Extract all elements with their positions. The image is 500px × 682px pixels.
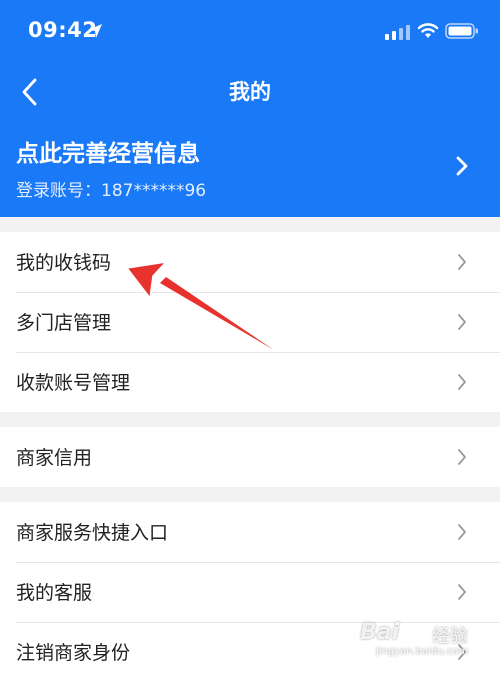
- menu-item-label: 注销商家身份: [16, 642, 131, 664]
- login-account: 登录账号：187******96: [16, 176, 206, 201]
- menu-group-credit: 商家信用: [0, 427, 500, 487]
- menu-item-label: 我的收钱码: [16, 252, 112, 274]
- chevron-right-icon: [458, 524, 466, 540]
- wifi-icon: [417, 23, 439, 38]
- menu-item-label: 商家服务快捷入口: [16, 522, 169, 544]
- menu-item-merchant-service-shortcuts[interactable]: 商家服务快捷入口: [0, 502, 500, 562]
- menu-item-payee-account-management[interactable]: 收款账号管理: [0, 352, 500, 412]
- chevron-right-icon: [458, 449, 466, 465]
- menu-item-label: 收款账号管理: [16, 372, 131, 394]
- location-arrow-icon: [88, 24, 102, 38]
- menu-group-account: 我的收钱码 多门店管理 收款账号管理: [0, 232, 500, 412]
- status-bar: 09:42: [0, 0, 500, 64]
- menu-item-label: 商家信用: [16, 447, 93, 469]
- watermark-sub-text: 经验: [432, 626, 468, 647]
- chevron-right-icon: [458, 584, 466, 600]
- menu-item-label: 多门店管理: [16, 312, 112, 334]
- complete-business-info-card[interactable]: 点此完善经营信息 登录账号：187******96: [0, 124, 500, 214]
- menu-item-label: 我的客服: [16, 582, 93, 604]
- chevron-right-icon: [458, 254, 466, 270]
- nav-bar: 我的: [0, 64, 500, 120]
- page-title: 我的: [229, 80, 271, 104]
- chevron-right-icon: [458, 314, 466, 330]
- watermark-url: jingyan.baidu.com: [376, 646, 469, 657]
- watermark-logo-text: Bai: [360, 620, 400, 645]
- battery-icon: [445, 23, 478, 39]
- menu-item-my-payment-code[interactable]: 我的收钱码: [0, 232, 500, 292]
- complete-business-info-title: 点此完善经营信息: [16, 141, 200, 167]
- menu-item-multi-store-management[interactable]: 多门店管理: [0, 292, 500, 352]
- chevron-right-icon: [458, 374, 466, 390]
- chevron-right-icon: [456, 156, 468, 176]
- header: 09:42 我的 点此完善经营信息 登录账号：187******96: [0, 0, 500, 217]
- baidu-jingyan-watermark: Bai 经验 jingyan.baidu.com: [360, 612, 490, 660]
- menu-item-merchant-credit[interactable]: 商家信用: [0, 427, 500, 487]
- signal-icon: [385, 25, 410, 40]
- login-account-value: 187******96: [101, 181, 207, 201]
- login-account-label: 登录账号：: [16, 181, 101, 201]
